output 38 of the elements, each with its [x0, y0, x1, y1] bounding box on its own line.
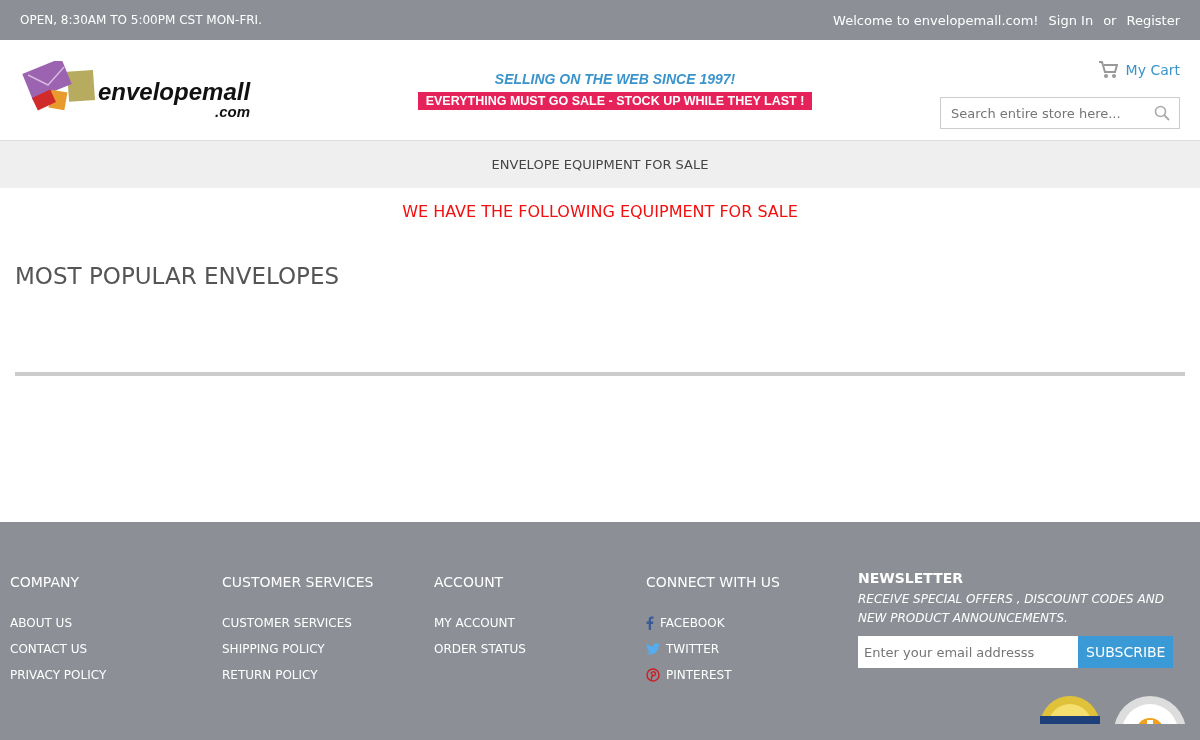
subscribe-button[interactable]: SUBSCRIBE: [1078, 636, 1174, 668]
sale-banner: EVERYTHING MUST GO SALE - STOCK UP WHILE THEY LAST !: [417, 91, 813, 110]
cart-link[interactable]: My Cart: [1097, 61, 1180, 79]
footer-heading: CONNECT WITH US: [646, 574, 781, 590]
search-icon[interactable]: [1154, 105, 1170, 121]
cart-icon: [1097, 61, 1118, 79]
footer-link[interactable]: SHIPPING POLICY: [222, 642, 325, 656]
notice-text: WE HAVE THE FOLLOWING EQUIPMENT FOR SALE: [401, 202, 799, 221]
sign-in-link[interactable]: Sign In: [1048, 12, 1094, 28]
footer-heading: CUSTOMER SERVICES: [222, 574, 375, 590]
bird-icon[interactable]: [646, 643, 660, 655]
pinterest-icon[interactable]: [646, 668, 660, 682]
store-hours: OPEN, 8:30AM TO 5:00PM CST MON-FRI.: [20, 13, 262, 27]
or-text: or: [1103, 12, 1117, 28]
footer-link[interactable]: CONTACT US: [10, 642, 88, 656]
footer-heading: ACCOUNT: [434, 574, 505, 590]
footer-link[interactable]: ORDER STATUS: [434, 642, 526, 656]
section-title: MOST POPULAR ENVELOPES: [15, 263, 341, 289]
newsletter-text: RECEIVE SPECIAL OFFERS , DISCOUNT CODES AND NEW PRODUCT ANNOUNCEMENTS.: [858, 591, 1165, 627]
register-link[interactable]: Register: [1126, 12, 1180, 28]
welcome-text: Welcome to envelopemall.com!: [833, 12, 1039, 28]
footer-heading: COMPANY: [10, 574, 81, 590]
logo-domain: .com: [215, 104, 251, 119]
facebook-icon[interactable]: [646, 616, 654, 630]
footer-link[interactable]: FACEBOOK: [660, 616, 725, 630]
footer-link[interactable]: PINTEREST: [666, 668, 732, 682]
footer-link[interactable]: TWITTER: [666, 642, 720, 656]
search-field[interactable]: Search entire store here...: [940, 97, 1180, 129]
email-field[interactable]: Enter your email addresss: [858, 636, 1078, 668]
logo-wordmark[interactable]: envelopemall: [98, 80, 251, 104]
newsletter-heading: NEWSLETTER: [858, 570, 965, 586]
footer-link[interactable]: RETURN POLICY: [222, 668, 318, 682]
footer-link[interactable]: MY ACCOUNT: [434, 616, 515, 630]
footer-link[interactable]: CUSTOMER SERVICES: [222, 616, 352, 630]
footer-link[interactable]: ABOUT US: [10, 616, 72, 630]
nav-link[interactable]: ENVELOPE EQUIPMENT FOR SALE: [491, 157, 709, 172]
footer-link[interactable]: PRIVACY POLICY: [10, 668, 107, 682]
tagline: SELLING ON THE WEB SINCE 1997!: [494, 70, 736, 87]
